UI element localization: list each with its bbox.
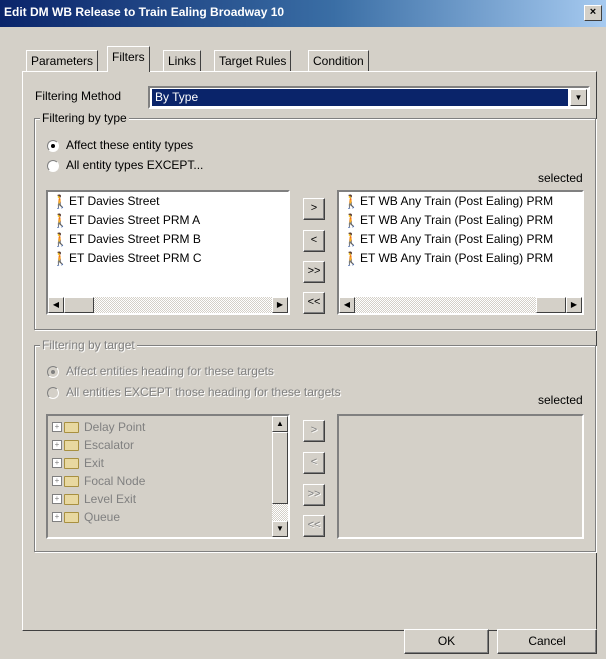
radio-all-except-targets-label: All entities EXCEPT those heading for th… [66,385,341,399]
available-list-items: 🚶 ET Davies Street 🚶 ET Davies Street PRM … [48,192,288,268]
tab-filters[interactable]: Filters [107,46,150,72]
person-icon: 🚶 [52,251,69,266]
person-icon: 🚶 [52,232,69,247]
horizontal-scrollbar[interactable]: ◀ ▶ [339,297,582,313]
scroll-right-icon[interactable]: ▶ [566,297,582,313]
list-item[interactable]: 🚶 ET WB Any Train (Post Ealing) PRM [339,211,582,230]
target-tree[interactable]: + Delay Point + Escalator + Exit + Focal Nod… [46,414,290,539]
selected-list-items: 🚶 ET WB Any Train (Post Ealing) PRM 🚶 ET W… [339,192,582,268]
scroll-down-icon[interactable]: ▼ [272,521,288,537]
remove-all-types-button[interactable]: << [303,292,325,314]
target-tree-items: + Delay Point + Escalator + Exit + Focal Nod… [48,418,270,526]
person-icon: 🚶 [343,194,360,209]
person-icon: 🚶 [52,213,69,228]
scroll-thumb[interactable] [64,297,94,313]
expand-icon[interactable]: + [52,512,62,522]
filtering-method-label: Filtering Method [35,89,122,103]
remove-type-button[interactable]: < [303,230,325,252]
horizontal-scrollbar[interactable]: ◀ ▶ [48,297,288,313]
remove-target-button[interactable]: < [303,452,325,474]
window-title: Edit DM WB Release to Train Ealing Broad… [4,5,285,19]
folder-icon [64,439,79,451]
filtering-method-value: By Type [152,89,568,106]
folder-icon [64,421,79,433]
expand-icon[interactable]: + [52,458,62,468]
scroll-thumb[interactable] [536,297,566,313]
filtering-by-type-legend: Filtering by type [40,111,129,125]
chevron-down-icon[interactable]: ▼ [570,89,587,106]
radio-all-except-targets[interactable] [47,387,59,399]
expand-icon[interactable]: + [52,440,62,450]
folder-icon [64,457,79,469]
filtering-method-select[interactable]: By Type ▼ [148,86,590,109]
scroll-thumb[interactable] [272,432,288,504]
expand-icon[interactable]: + [52,494,62,504]
ok-button[interactable]: OK [404,629,489,654]
list-item[interactable]: 🚶 ET Davies Street PRM B [48,230,288,249]
cancel-button[interactable]: Cancel [497,629,597,654]
folder-icon [64,511,79,523]
remove-all-targets-button[interactable]: << [303,515,325,537]
tab-target-rules[interactable]: Target Rules [214,50,292,71]
tab-condition[interactable]: Condition [308,50,369,71]
tree-item[interactable]: + Delay Point [48,418,270,436]
radio-affect-targets-label: Affect entities heading for these target… [66,364,274,378]
tree-item[interactable]: + Focal Node [48,472,270,490]
list-item[interactable]: 🚶 ET WB Any Train (Post Ealing) PRM [339,230,582,249]
radio-all-except-entity-types[interactable] [47,160,59,172]
radio-affect-entity-types[interactable] [47,140,59,152]
folder-icon [64,475,79,487]
add-all-targets-button[interactable]: >> [303,484,325,506]
list-item[interactable]: 🚶 ET Davies Street PRM A [48,211,288,230]
radio-affect-targets[interactable] [47,366,59,378]
list-item[interactable]: 🚶 ET WB Any Train (Post Ealing) PRM [339,249,582,268]
selected-types-label: selected [538,171,583,185]
radio-all-except-entity-types-label: All entity types EXCEPT... [66,158,204,172]
scroll-left-icon[interactable]: ◀ [48,297,64,313]
person-icon: 🚶 [343,232,360,247]
vertical-scrollbar[interactable]: ▲ ▼ [272,416,288,537]
scroll-left-icon[interactable]: ◀ [339,297,355,313]
tree-item[interactable]: + Exit [48,454,270,472]
expand-icon[interactable]: + [52,422,62,432]
tab-parameters[interactable]: Parameters [26,50,99,71]
filtering-by-target-legend: Filtering by target [40,338,137,352]
person-icon: 🚶 [343,213,360,228]
selected-targets-label: selected [538,393,583,407]
available-entity-types-list[interactable]: 🚶 ET Davies Street 🚶 ET Davies Street PRM … [46,190,290,315]
scroll-right-icon[interactable]: ▶ [272,297,288,313]
list-item[interactable]: 🚶 ET WB Any Train (Post Ealing) PRM [339,192,582,211]
add-all-types-button[interactable]: >> [303,261,325,283]
selected-entity-types-list[interactable]: 🚶 ET WB Any Train (Post Ealing) PRM 🚶 ET W… [337,190,584,315]
folder-icon [64,493,79,505]
expand-icon[interactable]: + [52,476,62,486]
tree-item[interactable]: + Escalator [48,436,270,454]
tree-item[interactable]: + Level Exit [48,490,270,508]
tab-links[interactable]: Links [163,50,202,71]
radio-affect-entity-types-label: Affect these entity types [66,138,194,152]
selected-targets-list[interactable] [337,414,584,539]
close-button[interactable]: × [584,5,602,21]
list-item[interactable]: 🚶 ET Davies Street PRM C [48,249,288,268]
scroll-up-icon[interactable]: ▲ [272,416,288,432]
person-icon: 🚶 [52,194,69,209]
list-item[interactable]: 🚶 ET Davies Street [48,192,288,211]
add-target-button[interactable]: > [303,420,325,442]
add-type-button[interactable]: > [303,198,325,220]
person-icon: 🚶 [343,251,360,266]
tree-item[interactable]: + Queue [48,508,270,526]
dialog-window: Edit DM WB Release to Train Ealing Broad… [0,0,606,659]
title-bar[interactable]: Edit DM WB Release to Train Ealing Broad… [0,0,606,27]
